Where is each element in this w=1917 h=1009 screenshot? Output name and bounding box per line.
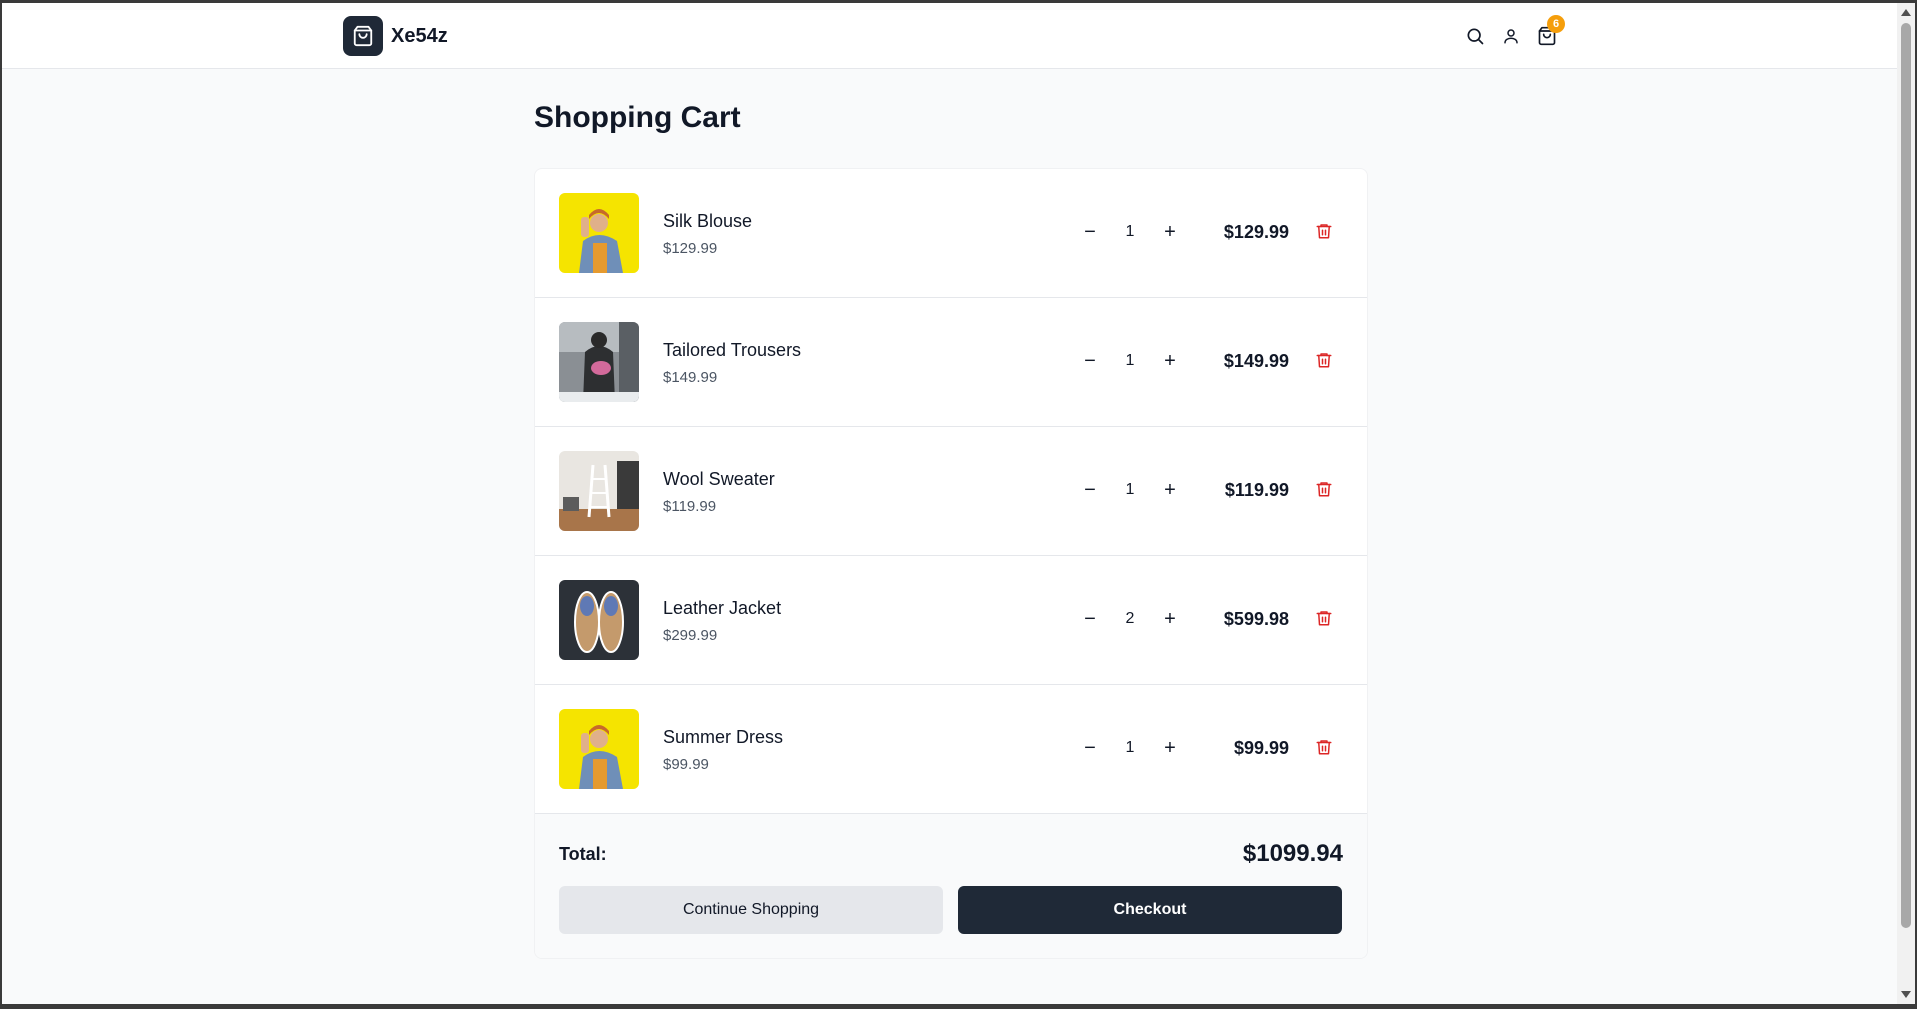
cart-panel: Silk Blouse $129.99 − 1 + $129.99 Tailor… [534,168,1368,959]
quantity-value: 2 [1125,610,1135,627]
product-image [559,451,639,531]
scrollbar-thumb[interactable] [1901,23,1911,928]
trash-icon[interactable] [1315,738,1335,758]
total-value: $1099.94 [1242,840,1343,867]
item-name: Wool Sweater [663,469,775,489]
decrease-quantity-button[interactable]: − [1078,220,1102,244]
trash-icon[interactable] [1315,609,1335,629]
quantity-value: 1 [1125,352,1135,369]
item-name: Summer Dress [663,727,784,747]
line-total: $599.98 [1223,609,1289,629]
line-total: $119.99 [1224,480,1289,500]
logo[interactable]: Xe54z [343,16,448,56]
brand-name: Xe54z [391,24,448,47]
item-unit-price: $99.99 [663,756,709,773]
product-image [559,193,639,273]
item-unit-price: $299.99 [663,627,718,644]
cart-item-row: Tailored Trousers $149.99 − 1 + $149.99 [535,298,1367,427]
item-unit-price: $149.99 [663,369,718,386]
search-icon[interactable] [1464,25,1486,47]
product-image [559,580,639,660]
vertical-scrollbar[interactable] [1897,3,1915,1004]
checkout-button[interactable]: Checkout [958,886,1342,934]
cart-item-row: Wool Sweater $119.99 − 1 + $119.99 [535,427,1367,556]
item-name: Silk Blouse [663,211,753,231]
line-total: $149.99 [1223,351,1289,371]
shopping-bag-icon [343,16,383,56]
increase-quantity-button[interactable]: + [1158,478,1182,502]
item-unit-price: $119.99 [663,498,717,515]
continue-shopping-button[interactable]: Continue Shopping [559,886,943,934]
quantity-value: 1 [1125,481,1135,498]
user-icon[interactable] [1500,25,1522,47]
increase-quantity-button[interactable]: + [1158,220,1182,244]
decrease-quantity-button[interactable]: − [1078,349,1102,373]
line-total: $129.99 [1223,222,1289,242]
cart-count-badge: 6 [1547,15,1565,33]
product-image [559,709,639,789]
item-unit-price: $129.99 [663,240,718,257]
decrease-quantity-button[interactable]: − [1078,607,1102,631]
cart-item-row: Leather Jacket $299.99 − 2 + $599.98 [535,556,1367,685]
site-header: Xe54z 6 [2,3,1897,69]
item-name: Tailored Trousers [663,340,802,360]
decrease-quantity-button[interactable]: − [1078,736,1102,760]
total-label: Total: [559,844,607,864]
scroll-up-icon[interactable] [1901,9,1911,16]
trash-icon[interactable] [1315,351,1335,371]
page-title: Shopping Cart [534,101,741,134]
cart-item-row: Silk Blouse $129.99 − 1 + $129.99 [535,169,1367,298]
product-image [559,322,639,402]
line-total: $99.99 [1233,738,1289,758]
increase-quantity-button[interactable]: + [1158,349,1182,373]
cart-item-row: Summer Dress $99.99 − 1 + $99.99 [535,685,1367,814]
scroll-down-icon[interactable] [1901,991,1911,998]
increase-quantity-button[interactable]: + [1158,736,1182,760]
trash-icon[interactable] [1315,222,1335,242]
item-name: Leather Jacket [663,598,782,618]
quantity-value: 1 [1125,223,1135,240]
increase-quantity-button[interactable]: + [1158,607,1182,631]
header-actions: 6 [1464,15,1565,47]
trash-icon[interactable] [1315,480,1335,500]
cart-summary: Total: $1099.94 Continue Shopping Checko… [535,814,1367,958]
cart-icon[interactable]: 6 [1536,15,1565,47]
browser-viewport: Xe54z 6 Shopping Cart Silk Blouse $129.9… [2,3,1897,1004]
decrease-quantity-button[interactable]: − [1078,478,1102,502]
quantity-value: 1 [1125,739,1135,756]
